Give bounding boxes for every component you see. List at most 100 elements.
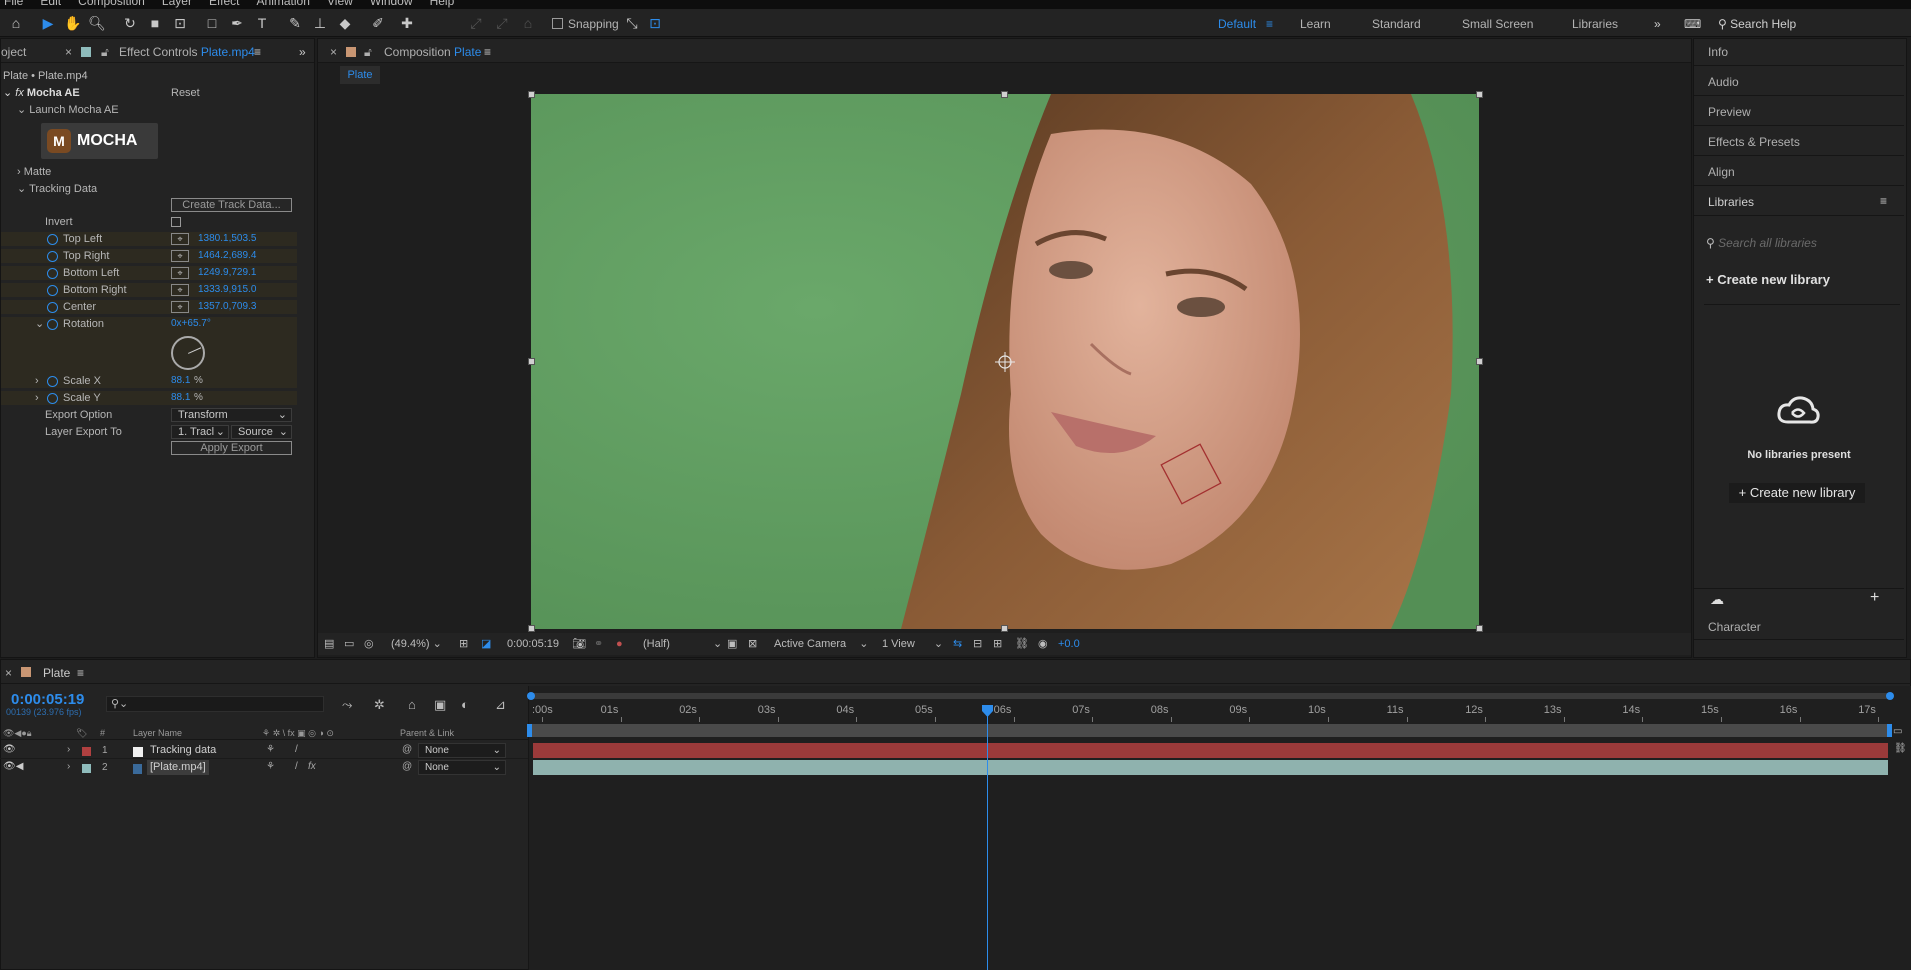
shy-layers-icon[interactable]: ⌂ xyxy=(408,697,416,712)
panel-menu-icon[interactable]: ≡ xyxy=(77,666,84,680)
brush-tool-icon[interactable]: ✎ xyxy=(285,13,305,33)
param-value-top-right[interactable]: 1464.2,689.4 xyxy=(198,249,256,263)
work-area-end-handle[interactable] xyxy=(1886,692,1894,700)
type-tool-icon[interactable]: T xyxy=(252,13,272,33)
character-panel[interactable]: Character xyxy=(1694,614,1904,640)
mocha-logo-button[interactable]: M MOCHA xyxy=(41,123,158,159)
create-library-button[interactable]: + Create new library xyxy=(1729,483,1865,503)
fx-switch-icon[interactable]: fx xyxy=(308,761,316,772)
composition-viewer[interactable] xyxy=(531,94,1479,629)
composition-tab[interactable]: Composition Plate xyxy=(384,45,481,59)
reset-link[interactable]: Reset xyxy=(171,86,200,100)
visibility-eye-icon[interactable]: 👁︎◀︎ xyxy=(3,761,23,772)
layer-1-track-bar[interactable] xyxy=(533,743,1888,758)
rectangle-tool-icon[interactable]: □ xyxy=(202,13,222,33)
stopwatch-icon[interactable] xyxy=(47,393,58,404)
library-search-input[interactable]: ⚲ Search all libraries xyxy=(1706,232,1896,254)
apply-export-button[interactable]: Apply Export xyxy=(171,441,292,455)
frame-blending-icon[interactable]: ▣ xyxy=(434,697,446,713)
comp-button-icon[interactable]: ⛓ xyxy=(1894,743,1907,754)
layer-name[interactable]: [Plate.mp4] xyxy=(147,760,209,775)
layer-2-track-bar[interactable] xyxy=(533,760,1888,775)
work-area-start-handle[interactable] xyxy=(527,692,535,700)
crosshair-icon[interactable]: ⌖ xyxy=(171,301,189,313)
time-navigator-bar[interactable] xyxy=(530,724,1892,737)
flowchart-icon[interactable]: ⛓ xyxy=(1015,633,1029,655)
preview-panel[interactable]: Preview xyxy=(1694,98,1904,126)
lock-icon[interactable]: 🔓︎ xyxy=(364,45,372,60)
layer-label-color[interactable] xyxy=(82,747,91,756)
label-column-icon[interactable]: 🏷︎ xyxy=(76,728,87,739)
panel-menu-icon[interactable]: ≡ xyxy=(1880,194,1887,208)
menu-window[interactable]: Window xyxy=(370,0,413,8)
pen-tool-icon[interactable]: ✒ xyxy=(227,13,247,33)
menu-layer[interactable]: Layer xyxy=(162,0,192,8)
rotation-value[interactable]: 0x+65.7° xyxy=(171,317,211,331)
workspace-default[interactable]: Default xyxy=(1218,17,1256,31)
roto-brush-tool-icon[interactable]: ✐ xyxy=(368,13,388,33)
collapse-icon[interactable]: ⌄ xyxy=(3,87,12,99)
preview-options-icon[interactable]: ▤ xyxy=(324,633,334,655)
stopwatch-icon[interactable] xyxy=(47,251,58,262)
parent-select[interactable]: None ⌄ xyxy=(418,743,506,758)
fx-icon[interactable]: fx xyxy=(15,87,24,99)
effects-presets-panel[interactable]: Effects & Presets xyxy=(1694,128,1904,156)
workspace-standard[interactable]: Standard xyxy=(1372,17,1421,31)
layer-label-color[interactable] xyxy=(82,764,91,773)
search-help[interactable]: ⚲ Search Help xyxy=(1718,15,1908,33)
menu-effect[interactable]: Effect xyxy=(209,0,239,8)
chevron-down-icon[interactable]: ⌄ xyxy=(35,317,44,331)
layer-export-source-select[interactable]: Source ⌄ xyxy=(231,425,292,439)
exposure-value[interactable]: +0.0 xyxy=(1058,633,1080,655)
shy-switch-icon[interactable]: ⚘ xyxy=(266,744,275,755)
close-tab-icon[interactable]: × xyxy=(330,45,337,59)
align-panel[interactable]: Align xyxy=(1694,158,1904,186)
resolution-select[interactable]: (Half) ⌄ xyxy=(643,633,722,655)
hand-tool-icon[interactable]: ✋ xyxy=(63,13,83,33)
menu-animation[interactable]: Animation xyxy=(257,0,310,8)
pick-whip-icon[interactable]: @ xyxy=(402,761,412,772)
draft-3d-icon[interactable]: ✲ xyxy=(374,697,385,713)
rotate-tool-icon[interactable]: ↻ xyxy=(120,13,140,33)
monitor-icon[interactable]: ▭ xyxy=(344,633,354,655)
grid-icon[interactable]: ⊞ xyxy=(459,633,468,655)
snapshot-icon[interactable]: 📷︎ xyxy=(572,633,586,655)
timeline-comp-tab[interactable]: Plate xyxy=(43,666,70,680)
parent-select[interactable]: None ⌄ xyxy=(418,760,506,775)
timeline-timecode[interactable]: 0:00:05:19 xyxy=(11,691,84,708)
panel-menu-icon[interactable]: ≡ xyxy=(484,45,491,59)
zoom-tool-icon[interactable]: 🔍︎ xyxy=(87,13,107,33)
export-option-select[interactable]: Transform ⌄ xyxy=(171,408,292,422)
views-select[interactable]: 1 View ⌄ xyxy=(882,633,943,655)
layer-row-1[interactable]: 👁︎ › 1 Tracking data ⚘ / @ None ⌄ xyxy=(0,743,530,759)
create-track-data-button[interactable]: Create Track Data... xyxy=(171,198,292,212)
puppet-tool-icon[interactable]: ✚ xyxy=(397,13,417,33)
workspace-learn[interactable]: Learn xyxy=(1300,17,1331,31)
effect-controls-tab[interactable]: Effect Controls Plate.mp4 xyxy=(119,45,255,59)
stopwatch-icon[interactable] xyxy=(47,268,58,279)
stopwatch-icon[interactable] xyxy=(47,285,58,296)
chevron-right-icon[interactable]: › xyxy=(67,744,70,755)
create-library-link[interactable]: + Create new library xyxy=(1706,272,1830,287)
layer-export-select[interactable]: 1. Tracl ⌄ xyxy=(171,425,229,439)
chevron-right-icon[interactable]: › xyxy=(67,761,70,772)
param-value-center[interactable]: 1357.0,709.3 xyxy=(198,300,256,314)
zoom-select[interactable]: (49.4%) ⌄ xyxy=(391,633,442,655)
clone-stamp-tool-icon[interactable]: ⊥ xyxy=(310,13,330,33)
stopwatch-icon[interactable] xyxy=(47,302,58,313)
vr-icon[interactable]: ◎ xyxy=(364,633,374,655)
camera-tool-icon[interactable]: ■ xyxy=(145,13,165,33)
graph-editor-icon[interactable]: ⊿ xyxy=(495,697,506,713)
stopwatch-icon[interactable] xyxy=(47,234,58,245)
crosshair-icon[interactable]: ⌖ xyxy=(171,250,189,262)
chevron-right-icon[interactable]: › xyxy=(35,391,39,405)
pan-behind-tool-icon[interactable]: ⊡ xyxy=(170,13,190,33)
layer-row-2[interactable]: 👁︎◀︎ › 2 [Plate.mp4] ⚘ / fx @ None ⌄ xyxy=(0,760,530,776)
menu-file[interactable]: File xyxy=(4,0,23,8)
color-channel-icon[interactable]: ● xyxy=(616,633,623,655)
workspace-libraries[interactable]: Libraries xyxy=(1572,17,1618,31)
timeline-icon[interactable]: ⊞ xyxy=(993,633,1002,655)
add-icon[interactable]: + xyxy=(1870,589,1879,607)
rotation-dial[interactable] xyxy=(171,336,205,370)
matte-row[interactable]: › Matte xyxy=(17,165,51,179)
